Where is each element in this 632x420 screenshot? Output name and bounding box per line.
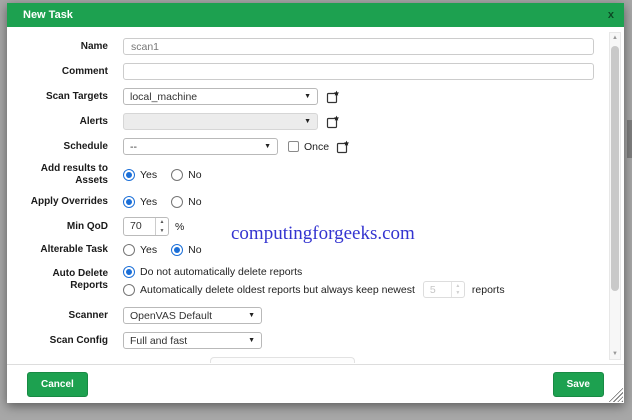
dialog-content: Name Comment Scan Targets local_machine … <box>7 27 624 364</box>
chevron-down-icon: ▼ <box>264 143 271 150</box>
alterable-yes-label: Yes <box>140 244 158 256</box>
new-schedule-icon[interactable] <box>336 140 350 154</box>
add-results-row: Add results to Assets Yes No <box>13 163 594 187</box>
new-alert-icon[interactable] <box>326 115 340 129</box>
auto-delete-keep-radio[interactable] <box>123 266 135 278</box>
dialog-scrollbar[interactable]: ▲ ▼ <box>609 32 621 360</box>
close-icon[interactable]: x <box>608 9 614 21</box>
scanner-value: OpenVAS Default <box>130 309 213 322</box>
auto-delete-label: Auto Delete Reports <box>52 268 108 291</box>
apply-overrides-label: Apply Overrides <box>30 196 108 207</box>
comment-row: Comment <box>13 63 594 80</box>
scan-targets-value: local_machine <box>130 90 198 103</box>
schedule-row: Schedule -- ▼ Once <box>13 138 594 155</box>
name-input[interactable] <box>123 38 594 55</box>
dialog-title: New Task <box>23 9 73 21</box>
spin-down-icon[interactable]: ▼ <box>452 290 464 298</box>
scan-config-row: Scan Config Full and fast ▼ <box>13 332 594 349</box>
auto-delete-delete-option: Automatically delete oldest reports but … <box>123 281 513 298</box>
alterable-yes-radio[interactable] <box>123 244 135 256</box>
scan-config-value: Full and fast <box>130 334 188 347</box>
clipped-next-field <box>210 357 355 363</box>
alterable-row: Alterable Task Yes No <box>13 244 594 256</box>
once-label: Once <box>304 140 330 153</box>
spin-up-icon[interactable]: ▲ <box>452 282 464 290</box>
chevron-down-icon: ▼ <box>304 93 311 100</box>
apply-overrides-no-label: No <box>188 196 202 208</box>
schedule-value: -- <box>130 140 137 153</box>
scroll-down-icon[interactable]: ▼ <box>610 351 620 357</box>
keep-newest-value: 5 <box>429 284 436 296</box>
auto-delete-row: Auto Delete Reports Do not automatically… <box>13 266 594 298</box>
chevron-down-icon: ▼ <box>304 118 311 125</box>
scanner-row: Scanner OpenVAS Default ▼ <box>13 307 594 324</box>
name-row: Name <box>13 38 594 55</box>
add-results-yes-label: Yes <box>140 169 158 181</box>
schedule-select[interactable]: -- ▼ <box>123 138 278 155</box>
scroll-up-icon[interactable]: ▲ <box>610 35 620 41</box>
add-results-no-radio[interactable] <box>171 169 184 181</box>
browser-scrollbar-thumb[interactable] <box>627 120 632 158</box>
scan-config-select[interactable]: Full and fast ▼ <box>123 332 262 349</box>
min-qod-stepper[interactable]: 70 ▲ ▼ <box>123 217 169 236</box>
alerts-select[interactable]: ▼ <box>123 113 318 130</box>
alterable-label: Alterable Task <box>40 244 108 255</box>
apply-overrides-no-radio[interactable] <box>171 196 184 208</box>
add-results-yes-radio[interactable] <box>123 169 135 181</box>
save-button[interactable]: Save <box>552 371 604 397</box>
alerts-label: Alerts <box>79 115 108 127</box>
dialog-titlebar: New Task x <box>7 3 624 27</box>
once-checkbox[interactable] <box>288 141 299 152</box>
spin-down-icon[interactable]: ▼ <box>156 227 168 236</box>
scan-targets-row: Scan Targets local_machine ▼ <box>13 88 594 105</box>
scan-config-label: Scan Config <box>49 334 108 346</box>
add-results-no-label: No <box>188 169 202 181</box>
scan-targets-label: Scan Targets <box>45 90 108 102</box>
chevron-down-icon: ▼ <box>248 337 255 344</box>
comment-input[interactable] <box>123 63 594 80</box>
apply-overrides-row: Apply Overrides Yes No <box>13 196 594 208</box>
cancel-button[interactable]: Cancel <box>27 371 88 397</box>
min-qod-unit: % <box>175 220 185 233</box>
new-task-dialog: New Task x Name Comment Scan Targets loc… <box>7 3 624 403</box>
resize-handle[interactable] <box>608 387 623 402</box>
spin-up-icon[interactable]: ▲ <box>156 218 168 227</box>
min-qod-label: Min QoD <box>66 220 108 232</box>
scanner-select[interactable]: OpenVAS Default ▼ <box>123 307 262 324</box>
alterable-no-radio[interactable] <box>171 244 184 256</box>
schedule-label: Schedule <box>63 140 108 152</box>
auto-delete-suffix-label: reports <box>471 283 505 296</box>
alerts-row: Alerts ▼ <box>13 113 594 130</box>
keep-newest-stepper[interactable]: 5 ▲ ▼ <box>422 281 465 298</box>
apply-overrides-yes-label: Yes <box>140 196 158 208</box>
apply-overrides-yes-radio[interactable] <box>123 196 135 208</box>
min-qod-value: 70 <box>130 220 142 232</box>
scan-targets-select[interactable]: local_machine ▼ <box>123 88 318 105</box>
auto-delete-keep-label: Do not automatically delete reports <box>140 266 303 278</box>
alterable-no-label: No <box>188 244 202 256</box>
chevron-down-icon: ▼ <box>248 312 255 319</box>
scrollbar-thumb[interactable] <box>611 46 619 291</box>
add-results-label: Add results to Assets <box>40 163 108 186</box>
auto-delete-delete-radio[interactable] <box>123 283 135 296</box>
new-target-icon[interactable] <box>326 90 340 104</box>
min-qod-row: Min QoD 70 ▲ ▼ % <box>13 217 594 236</box>
dialog-footer: Cancel Save <box>7 364 624 403</box>
comment-label: Comment <box>61 65 108 77</box>
scanner-label: Scanner <box>68 309 108 321</box>
name-label: Name <box>80 40 108 52</box>
auto-delete-keep-option: Do not automatically delete reports <box>123 266 513 278</box>
auto-delete-delete-label: Automatically delete oldest reports but … <box>140 283 415 296</box>
